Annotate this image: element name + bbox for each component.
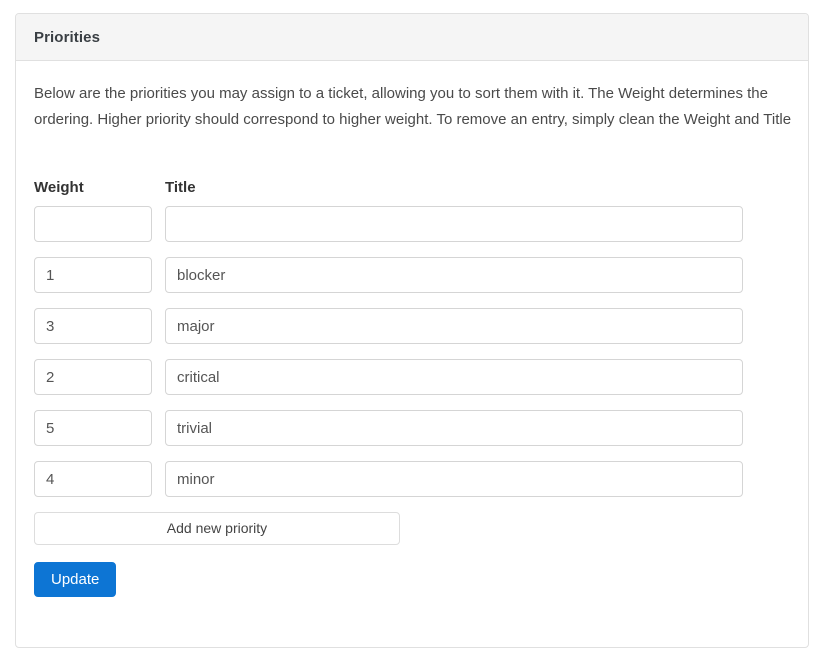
weight-input[interactable]	[34, 206, 152, 242]
priority-rows	[34, 206, 790, 497]
weight-input[interactable]	[34, 359, 152, 395]
title-input[interactable]	[165, 206, 743, 242]
panel-description: Below are the priorities you may assign …	[34, 85, 792, 128]
title-input[interactable]	[165, 410, 743, 446]
column-header-weight: Weight	[34, 179, 84, 196]
table-row	[34, 206, 790, 242]
panel-header: Priorities	[16, 14, 808, 61]
table-header-row: Weight Title	[34, 179, 790, 196]
add-row-container: Add new priority	[34, 512, 790, 545]
table-row	[34, 461, 790, 497]
weight-input[interactable]	[34, 410, 152, 446]
panel-body: Below are the priorities you may assign …	[16, 61, 808, 597]
table-row	[34, 359, 790, 395]
weight-input[interactable]	[34, 308, 152, 344]
priorities-panel: Priorities Below are the priorities you …	[15, 13, 809, 648]
table-row	[34, 257, 790, 293]
weight-input[interactable]	[34, 461, 152, 497]
update-button[interactable]: Update	[34, 562, 117, 597]
page-title: Priorities	[34, 28, 101, 46]
title-input[interactable]	[165, 359, 743, 395]
title-input[interactable]	[165, 257, 743, 293]
weight-input[interactable]	[34, 257, 152, 293]
title-input[interactable]	[165, 461, 743, 497]
table-row	[34, 308, 790, 344]
add-new-priority-button[interactable]: Add new priority	[34, 512, 400, 545]
title-input[interactable]	[165, 308, 743, 344]
column-header-title: Title	[165, 179, 196, 196]
table-row	[34, 410, 790, 446]
